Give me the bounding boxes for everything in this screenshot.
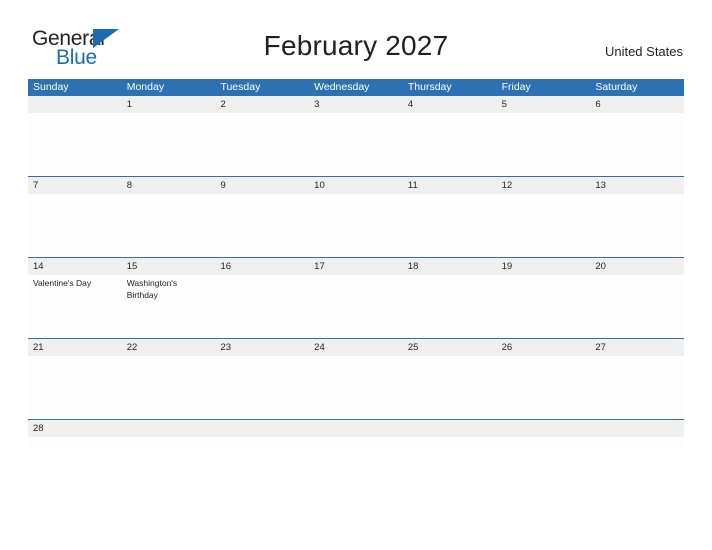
day-number-empty [215, 420, 309, 437]
calendar-week-row: 21 22 23 24 25 26 27 [28, 338, 684, 419]
day-number[interactable]: 2 [215, 96, 309, 113]
weekday-tuesday: Tuesday [220, 81, 261, 93]
day-number[interactable]: 3 [309, 96, 403, 113]
day-cell[interactable] [28, 194, 122, 257]
week-date-strip: 7 8 9 10 11 12 13 [28, 177, 684, 194]
day-cell[interactable] [215, 194, 309, 257]
day-number-empty [28, 96, 122, 113]
day-number[interactable]: 23 [215, 339, 309, 356]
page-header: General Blue February 2027 United States [0, 0, 712, 68]
day-number[interactable]: 13 [590, 177, 684, 194]
week-event-area [28, 356, 684, 419]
weekday-wednesday: Wednesday [314, 81, 370, 93]
day-number-empty [497, 420, 591, 437]
day-number[interactable]: 22 [122, 339, 216, 356]
weekday-saturday: Saturday [595, 81, 638, 93]
day-event-label: Valentine's Day [33, 278, 92, 288]
week-date-strip: 123456 [28, 96, 684, 113]
day-cell[interactable] [309, 194, 403, 257]
day-number[interactable]: 27 [590, 339, 684, 356]
day-number[interactable]: 17 [309, 258, 403, 275]
weekday-sunday: Sunday [33, 81, 69, 93]
day-number-empty [590, 420, 684, 437]
day-number[interactable]: 20 [590, 258, 684, 275]
week-event-area [28, 113, 684, 176]
day-cell[interactable] [497, 194, 591, 257]
calendar-grid: Sunday Monday Tuesday Wednesday Thursday… [28, 79, 684, 447]
day-number[interactable]: 7 [28, 177, 122, 194]
day-cell [122, 437, 216, 447]
day-number[interactable]: 1 [122, 96, 216, 113]
weekday-header-row: Sunday Monday Tuesday Wednesday Thursday… [28, 79, 684, 96]
week-date-strip: 14 15 16 17 18 19 20 [28, 258, 684, 275]
day-cell [28, 113, 122, 176]
day-cell[interactable]: Valentine's Day [28, 275, 122, 338]
day-cell[interactable] [590, 194, 684, 257]
day-cell[interactable] [28, 356, 122, 419]
day-cell[interactable] [497, 113, 591, 176]
day-cell[interactable]: Washington's Birthday [122, 275, 216, 338]
day-cell[interactable] [215, 356, 309, 419]
day-cell[interactable] [403, 113, 497, 176]
calendar-week-row: 14 15 16 17 18 19 20 Valentine's Day Washington'… [28, 257, 684, 338]
day-number[interactable]: 21 [28, 339, 122, 356]
day-cell[interactable] [122, 356, 216, 419]
weekday-monday: Monday [126, 81, 165, 93]
day-cell[interactable] [215, 113, 309, 176]
calendar-week-row: 7 8 9 10 11 12 13 [28, 176, 684, 257]
week-event-area [28, 437, 684, 447]
day-cell[interactable] [215, 275, 309, 338]
weekday-friday: Friday [501, 81, 531, 93]
day-event-label: Washington's Birthday [126, 278, 178, 300]
day-cell [590, 437, 684, 447]
day-cell[interactable] [309, 356, 403, 419]
day-number[interactable]: 16 [215, 258, 309, 275]
day-cell[interactable] [497, 356, 591, 419]
day-number-empty [122, 420, 216, 437]
day-number[interactable]: 8 [122, 177, 216, 194]
day-number[interactable]: 18 [403, 258, 497, 275]
week-event-area: Valentine's Day Washington's Birthday [28, 275, 684, 338]
day-cell[interactable] [122, 113, 216, 176]
week-event-area [28, 194, 684, 257]
day-number[interactable]: 19 [497, 258, 591, 275]
day-cell[interactable] [590, 275, 684, 338]
day-cell[interactable] [590, 356, 684, 419]
day-number[interactable]: 4 [403, 96, 497, 113]
day-number-empty [309, 420, 403, 437]
week-date-strip: 21 22 23 24 25 26 27 [28, 339, 684, 356]
day-number[interactable]: 5 [497, 96, 591, 113]
day-number[interactable]: 6 [590, 96, 684, 113]
day-cell [403, 437, 497, 447]
region-label: United States [604, 44, 683, 59]
day-cell[interactable] [403, 356, 497, 419]
day-cell [497, 437, 591, 447]
day-cell[interactable] [309, 275, 403, 338]
day-number-empty [403, 420, 497, 437]
day-number[interactable]: 12 [497, 177, 591, 194]
day-number[interactable]: 9 [215, 177, 309, 194]
weekday-thursday: Thursday [407, 81, 452, 93]
week-date-strip: 28 [28, 420, 684, 437]
day-number[interactable]: 11 [403, 177, 497, 194]
day-number[interactable]: 10 [309, 177, 403, 194]
day-cell [309, 437, 403, 447]
day-number[interactable]: 15 [122, 258, 216, 275]
day-number[interactable]: 25 [403, 339, 497, 356]
day-cell[interactable] [403, 194, 497, 257]
day-cell [215, 437, 309, 447]
day-number[interactable]: 24 [309, 339, 403, 356]
calendar-weeks: 1 2 3 4 5 6 7 8 9 10 11 12 13 14 15 16 17 18 19 20 Valentine… [28, 96, 684, 447]
calendar-week-row: 28 [28, 419, 684, 447]
day-cell[interactable] [122, 194, 216, 257]
day-number[interactable]: 26 [497, 339, 591, 356]
calendar-week-row: 123456 [28, 96, 684, 176]
day-cell[interactable] [28, 437, 122, 447]
day-number[interactable]: 28 [28, 420, 122, 437]
day-cell[interactable] [590, 113, 684, 176]
day-cell[interactable] [497, 275, 591, 338]
day-cell[interactable] [403, 275, 497, 338]
day-number[interactable]: 14 [28, 258, 122, 275]
day-cell[interactable] [309, 113, 403, 176]
